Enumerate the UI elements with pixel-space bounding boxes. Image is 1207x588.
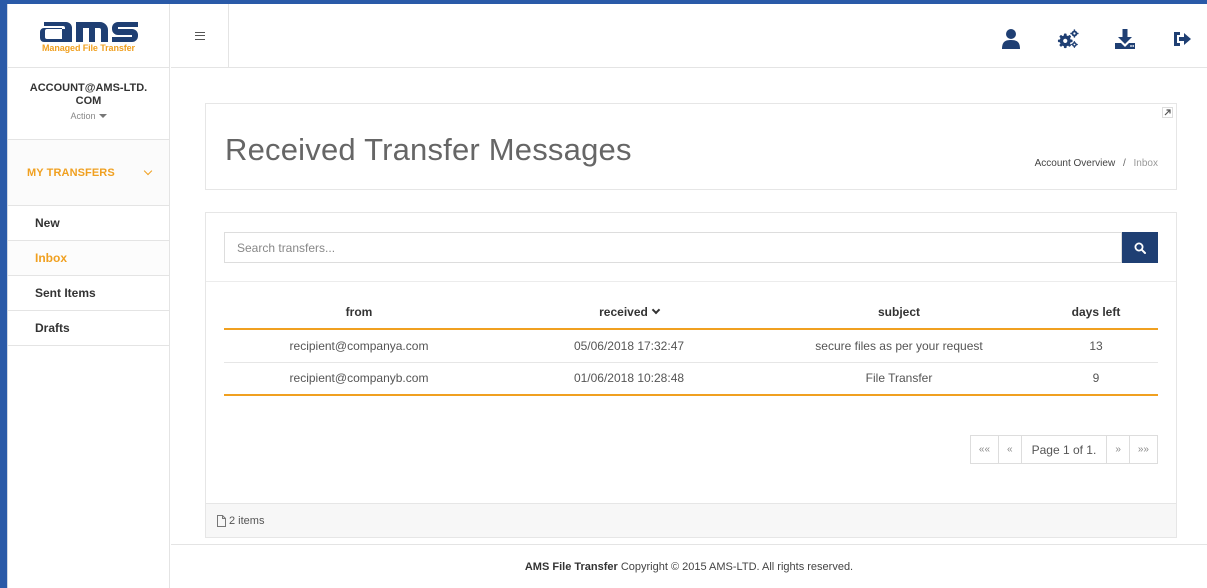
footer-brand: AMS File Transfer bbox=[524, 560, 618, 573]
cell-days-left: 9 bbox=[1034, 362, 1158, 396]
pagination-last-button[interactable]: »» bbox=[1128, 436, 1157, 463]
user-icon bbox=[1002, 29, 1020, 49]
cell-days-left: 13 bbox=[1034, 329, 1158, 363]
menu-icon bbox=[194, 31, 205, 40]
column-header-days-left[interactable]: days left bbox=[1034, 305, 1158, 330]
sidebar-item-drafts[interactable]: Drafts bbox=[8, 311, 169, 346]
cell-subject: File Transfer bbox=[764, 362, 1034, 396]
transfers-table: from received subject days left recipien… bbox=[224, 305, 1158, 396]
ams-logo-icon bbox=[39, 22, 138, 42]
sidebar-item-label: Sent Items bbox=[35, 286, 96, 300]
page-footer: AMS File Transfer Copyright © 2015 AMS-L… bbox=[171, 544, 1207, 588]
sort-descending-icon bbox=[651, 305, 661, 315]
cell-received: 01/06/2018 10:28:48 bbox=[494, 362, 764, 396]
column-header-received[interactable]: received bbox=[494, 305, 764, 330]
sidebar-section-label: MY TRANSFERS bbox=[27, 166, 115, 179]
logout-icon bbox=[1174, 32, 1191, 46]
cell-received: 05/06/2018 17:32:47 bbox=[494, 329, 764, 363]
caret-down-icon bbox=[98, 114, 107, 118]
user-profile-button[interactable] bbox=[1000, 28, 1022, 50]
cell-subject: secure files as per your request bbox=[764, 329, 1034, 363]
item-count: 2 items bbox=[229, 514, 265, 527]
chevron-down-icon bbox=[143, 166, 153, 176]
sidebar-item-inbox[interactable]: Inbox bbox=[8, 241, 169, 276]
sidebar-item-label: Inbox bbox=[35, 251, 67, 265]
account-action-dropdown[interactable]: Action bbox=[70, 111, 107, 121]
table-header-row: from received subject days left bbox=[224, 305, 1158, 330]
pagination-prev-button[interactable]: « bbox=[998, 436, 1021, 463]
search-bar bbox=[224, 232, 1158, 263]
settings-button[interactable] bbox=[1057, 28, 1079, 50]
breadcrumb: Account Overview / Inbox bbox=[1035, 158, 1158, 169]
sidebar-item-sent-items[interactable]: Sent Items bbox=[8, 276, 169, 311]
breadcrumb-current: Inbox bbox=[1133, 158, 1158, 169]
pagination-next-button[interactable]: » bbox=[1106, 436, 1129, 463]
topbar bbox=[171, 4, 1207, 68]
download-icon bbox=[1115, 29, 1135, 49]
pagination-first-button[interactable]: «« bbox=[971, 436, 998, 463]
breadcrumb-separator: / bbox=[1122, 158, 1126, 169]
sidebar-item-label: New bbox=[35, 216, 60, 230]
file-icon bbox=[217, 514, 226, 527]
menu-toggle-button[interactable] bbox=[171, 4, 229, 67]
sidebar-section-my-transfers[interactable]: MY TRANSFERS bbox=[8, 140, 169, 206]
footer-copyright: Copyright © 2015 AMS-LTD. All rights res… bbox=[620, 560, 854, 573]
sidebar: Managed File Transfer ACCOUNT@AMS-LTD.CO… bbox=[8, 4, 170, 588]
sidebar-item-label: Drafts bbox=[35, 321, 70, 335]
search-icon bbox=[1134, 242, 1146, 254]
page-title: Received Transfer Messages bbox=[225, 132, 632, 167]
column-header-subject[interactable]: subject bbox=[764, 305, 1034, 330]
cell-from: recipient@companya.com bbox=[224, 329, 494, 363]
table-row[interactable]: recipient@companya.com 05/06/2018 17:32:… bbox=[224, 329, 1158, 363]
cell-from: recipient@companyb.com bbox=[224, 362, 494, 396]
window-frame-left bbox=[0, 0, 7, 588]
settings-icon bbox=[1057, 29, 1079, 49]
table-row[interactable]: recipient@companyb.com 01/06/2018 10:28:… bbox=[224, 362, 1158, 396]
transfers-list-panel: from received subject days left recipien… bbox=[205, 212, 1177, 538]
logo[interactable]: Managed File Transfer bbox=[8, 4, 169, 68]
search-button[interactable] bbox=[1122, 232, 1158, 263]
panel-footer: 2 items bbox=[206, 503, 1176, 537]
pagination: «« « Page 1 of 1. » »» bbox=[969, 435, 1158, 464]
logo-tagline: Managed File Transfer bbox=[42, 43, 135, 53]
page-header-panel: Received Transfer Messages Account Overv… bbox=[205, 103, 1177, 190]
pagination-label: Page 1 of 1. bbox=[1020, 436, 1107, 463]
sidebar-item-new[interactable]: New bbox=[8, 206, 169, 241]
breadcrumb-link-account-overview[interactable]: Account Overview bbox=[1035, 158, 1116, 169]
collapse-panel-button[interactable] bbox=[1162, 107, 1173, 118]
column-header-from[interactable]: from bbox=[224, 305, 494, 330]
account-panel: ACCOUNT@AMS-LTD.COM Action bbox=[8, 68, 169, 140]
account-action-label: Action bbox=[70, 111, 96, 121]
panel-divider bbox=[206, 281, 1176, 282]
search-input[interactable] bbox=[224, 232, 1122, 263]
logout-button[interactable] bbox=[1171, 28, 1193, 50]
account-name: ACCOUNT@AMS-LTD.COM bbox=[29, 82, 148, 107]
expand-arrow-icon bbox=[1164, 109, 1171, 116]
download-button[interactable] bbox=[1114, 28, 1136, 50]
